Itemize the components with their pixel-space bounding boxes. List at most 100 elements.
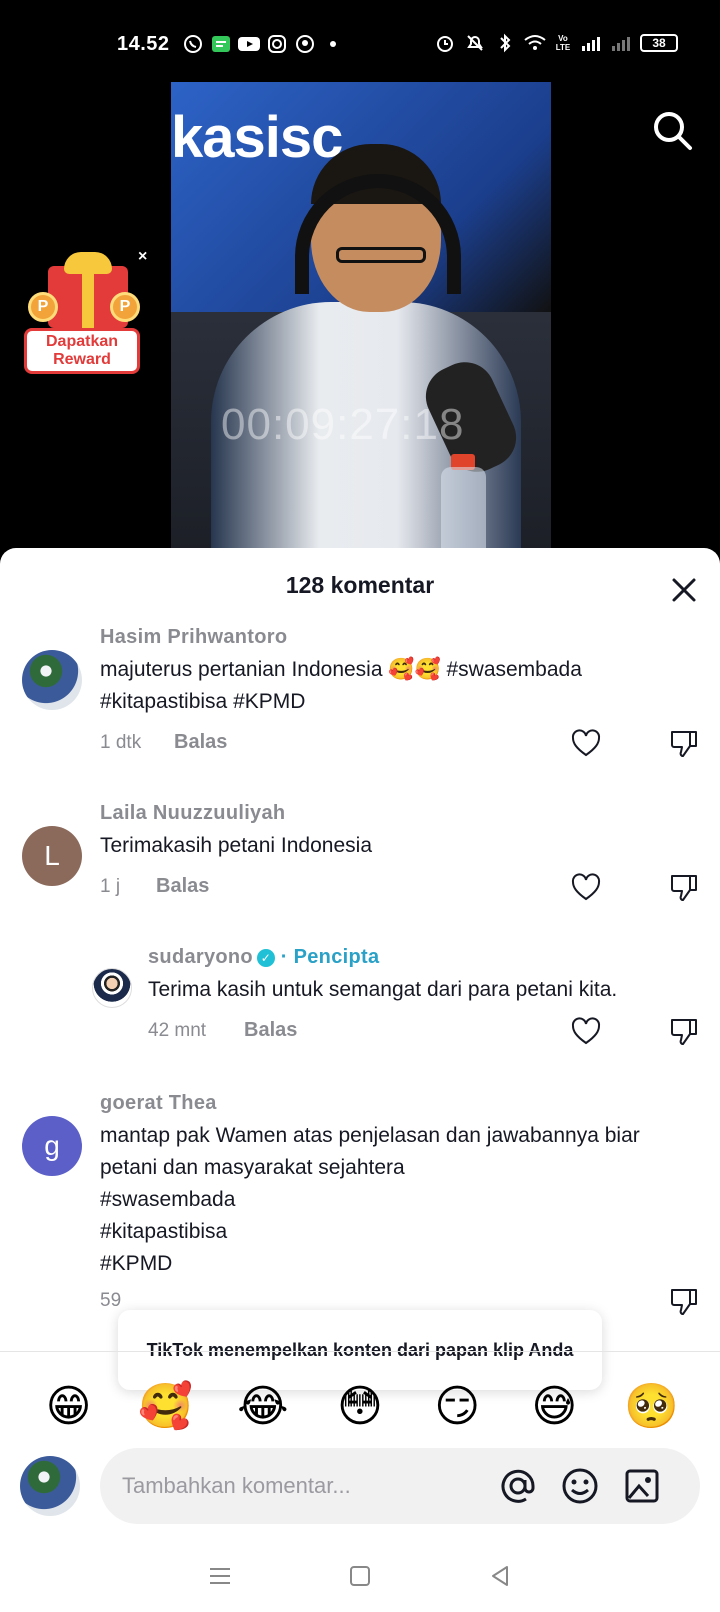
youtube-icon	[238, 34, 260, 54]
creator-tag: · Pencipta	[280, 946, 380, 968]
comment-text-line: #swasembada	[100, 1188, 236, 1211]
battery-indicator: 38	[640, 34, 678, 52]
emoji-button[interactable]: 😳	[330, 1376, 390, 1436]
emoji-button[interactable]: 🥰	[136, 1376, 196, 1436]
whatsapp-icon	[182, 34, 204, 54]
system-navigation-bar	[0, 1540, 720, 1612]
back-triangle-icon	[492, 1566, 508, 1586]
alarm-icon	[434, 33, 456, 53]
system-icons: Vo LTE 38	[434, 33, 678, 53]
thumbs-down-icon	[671, 1019, 697, 1045]
search-button[interactable]	[650, 108, 694, 152]
heart-icon	[571, 729, 601, 757]
coin-icon: P	[110, 292, 140, 322]
signal-icon	[580, 33, 602, 53]
more-dot-icon	[322, 34, 344, 54]
comment-text-line: #KPMD	[100, 1252, 173, 1275]
comments-count-title: 128 komentar	[285, 572, 435, 598]
heart-icon	[571, 1017, 601, 1045]
avatar[interactable]: g	[22, 1116, 82, 1176]
dislike-button[interactable]	[668, 872, 700, 904]
home-button[interactable]	[345, 1561, 375, 1591]
like-button[interactable]	[570, 1016, 602, 1048]
comment-text: majuterus pertanian Indonesia 🥰🥰 #swasem…	[100, 658, 582, 713]
reply-button[interactable]: Balas	[174, 731, 227, 754]
comment-text: Terima kasih untuk semangat dari para pe…	[148, 978, 618, 1001]
location-app-icon	[294, 34, 316, 54]
quick-emoji-row: 😁 🥰 😂 😳 😏 😅 🥺	[0, 1376, 720, 1436]
clock: 14.52	[117, 33, 170, 55]
video-timer-overlay: 00:09:27:18	[221, 400, 465, 449]
glasses	[336, 247, 426, 263]
menu-icon	[210, 1568, 230, 1584]
like-button[interactable]	[570, 872, 602, 904]
comment-username[interactable]: Hasim Prihwantoro	[100, 626, 287, 649]
gift-ribbon	[82, 262, 94, 332]
at-sign-icon	[501, 1469, 535, 1503]
comment-username[interactable]: goerat Thea	[100, 1092, 217, 1115]
signal-2-icon	[610, 33, 632, 53]
reward-label: Dapatkan Reward	[24, 328, 140, 374]
mention-button[interactable]	[498, 1466, 538, 1506]
back-button[interactable]	[485, 1561, 515, 1591]
verified-icon: ✓	[256, 948, 275, 967]
mute-icon	[464, 33, 486, 53]
current-user-avatar[interactable]	[20, 1456, 80, 1516]
divider	[0, 1351, 720, 1352]
comment-text-line: mantap pak Wamen atas penjelasan dan jaw…	[100, 1124, 640, 1147]
water-bottle	[441, 467, 486, 552]
avatar[interactable]	[22, 650, 82, 710]
dislike-button[interactable]	[668, 1016, 700, 1048]
wifi-icon	[524, 33, 546, 53]
status-bar: 14.52 Vo LTE 38	[0, 0, 720, 90]
comment-time: 59	[100, 1290, 122, 1311]
comment-input[interactable]	[122, 1466, 502, 1506]
smiley-icon	[562, 1468, 598, 1504]
reward-close-icon[interactable]: ×	[138, 248, 147, 266]
video-player[interactable]: kasisc 00:09:27:18	[171, 82, 551, 552]
emoji-button[interactable]: 😅	[524, 1376, 584, 1436]
emoji-button[interactable]: 😁	[39, 1376, 99, 1436]
emoji-button[interactable]: 😏	[427, 1376, 487, 1436]
reply-button[interactable]: Balas	[244, 1019, 297, 1042]
like-button[interactable]	[570, 728, 602, 760]
close-icon	[672, 578, 696, 602]
comment-text: mantap pak Wamen atas penjelasan dan jaw…	[100, 1120, 700, 1280]
emoji-picker-button[interactable]	[560, 1466, 600, 1506]
emoji-button[interactable]: 🥺	[621, 1376, 681, 1436]
comment-text: Terimakasih petani Indonesia	[100, 834, 372, 857]
instagram-icon	[266, 34, 288, 54]
square-icon	[350, 1566, 370, 1586]
bluetooth-icon	[494, 33, 516, 53]
image-picker-button[interactable]	[622, 1466, 662, 1506]
video-banner-text: kasisc	[171, 105, 343, 170]
dislike-button[interactable]	[668, 728, 700, 760]
comment-input-box[interactable]	[100, 1448, 700, 1524]
comment-username[interactable]: Laila Nuuzzuuliyah	[100, 802, 285, 825]
comment-time: 42 mnt	[148, 1020, 207, 1041]
comment-time: 1 j	[100, 876, 121, 897]
thumbs-down-icon	[671, 731, 697, 757]
reward-badge[interactable]: × P P Dapatkan Reward	[14, 248, 150, 378]
dislike-button[interactable]	[668, 1286, 700, 1318]
comment-username[interactable]: sudaryono ✓ · Pencipta	[148, 946, 379, 969]
notification-icons	[182, 34, 344, 54]
thumbs-down-icon	[671, 875, 697, 901]
avatar[interactable]	[92, 968, 132, 1008]
avatar[interactable]: L	[22, 826, 82, 886]
messages-icon	[210, 34, 232, 54]
coin-icon: P	[28, 292, 58, 322]
close-button[interactable]	[668, 574, 700, 606]
comment-text-line: petani dan masyarakat sejahtera	[100, 1156, 405, 1179]
image-icon	[625, 1469, 659, 1503]
volte-icon: Vo LTE	[555, 34, 571, 52]
thumbs-down-icon	[671, 1289, 697, 1315]
recents-button[interactable]	[205, 1561, 235, 1591]
search-icon	[654, 112, 692, 150]
comment-text-line: #kitapastibisa	[100, 1220, 228, 1243]
heart-icon	[571, 873, 601, 901]
comment-time: 1 dtk	[100, 732, 142, 753]
reply-button[interactable]: Balas	[156, 875, 209, 898]
emoji-button[interactable]: 😂	[233, 1376, 293, 1436]
creator-username[interactable]: sudaryono	[148, 946, 253, 968]
